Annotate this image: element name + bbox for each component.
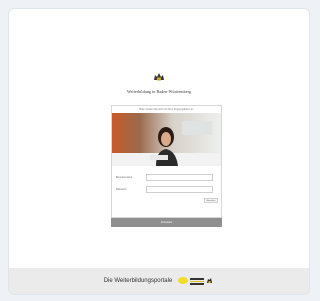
logo-lines: [190, 278, 205, 286]
form-title: Bitte melden Sie sich mit Ihren Zugangsd…: [139, 108, 194, 111]
partner-logo: [178, 276, 214, 286]
footer-text: Die Weiterbildungsportale: [103, 278, 173, 284]
yellow-ellipse-icon: [178, 277, 189, 284]
submit-button[interactable]: Anmelden: [111, 218, 222, 227]
login-small-button[interactable]: Anmelden: [204, 198, 218, 203]
username-row: Benutzername: [116, 173, 213, 181]
password-label: Passwort: [116, 187, 127, 191]
lion-icon: [207, 278, 213, 283]
login-card: Weiterbildung in Baden-Württemberg Bitte…: [8, 8, 310, 295]
password-row: Passwort: [116, 185, 213, 193]
password-input[interactable]: [146, 185, 213, 193]
username-label: Benutzername: [116, 175, 133, 179]
footer-banner: Die Weiterbildungsportale: [9, 268, 309, 294]
login-form: Bitte melden Sie sich mit Ihren Zugangsd…: [111, 105, 222, 218]
hero-photo: [112, 113, 221, 166]
crest-icon: [154, 73, 164, 81]
logo-text: Weiterbildung in Baden-Württemberg: [126, 89, 192, 94]
site-logo: Weiterbildung in Baden-Württemberg: [9, 69, 309, 94]
username-input[interactable]: [146, 173, 213, 181]
